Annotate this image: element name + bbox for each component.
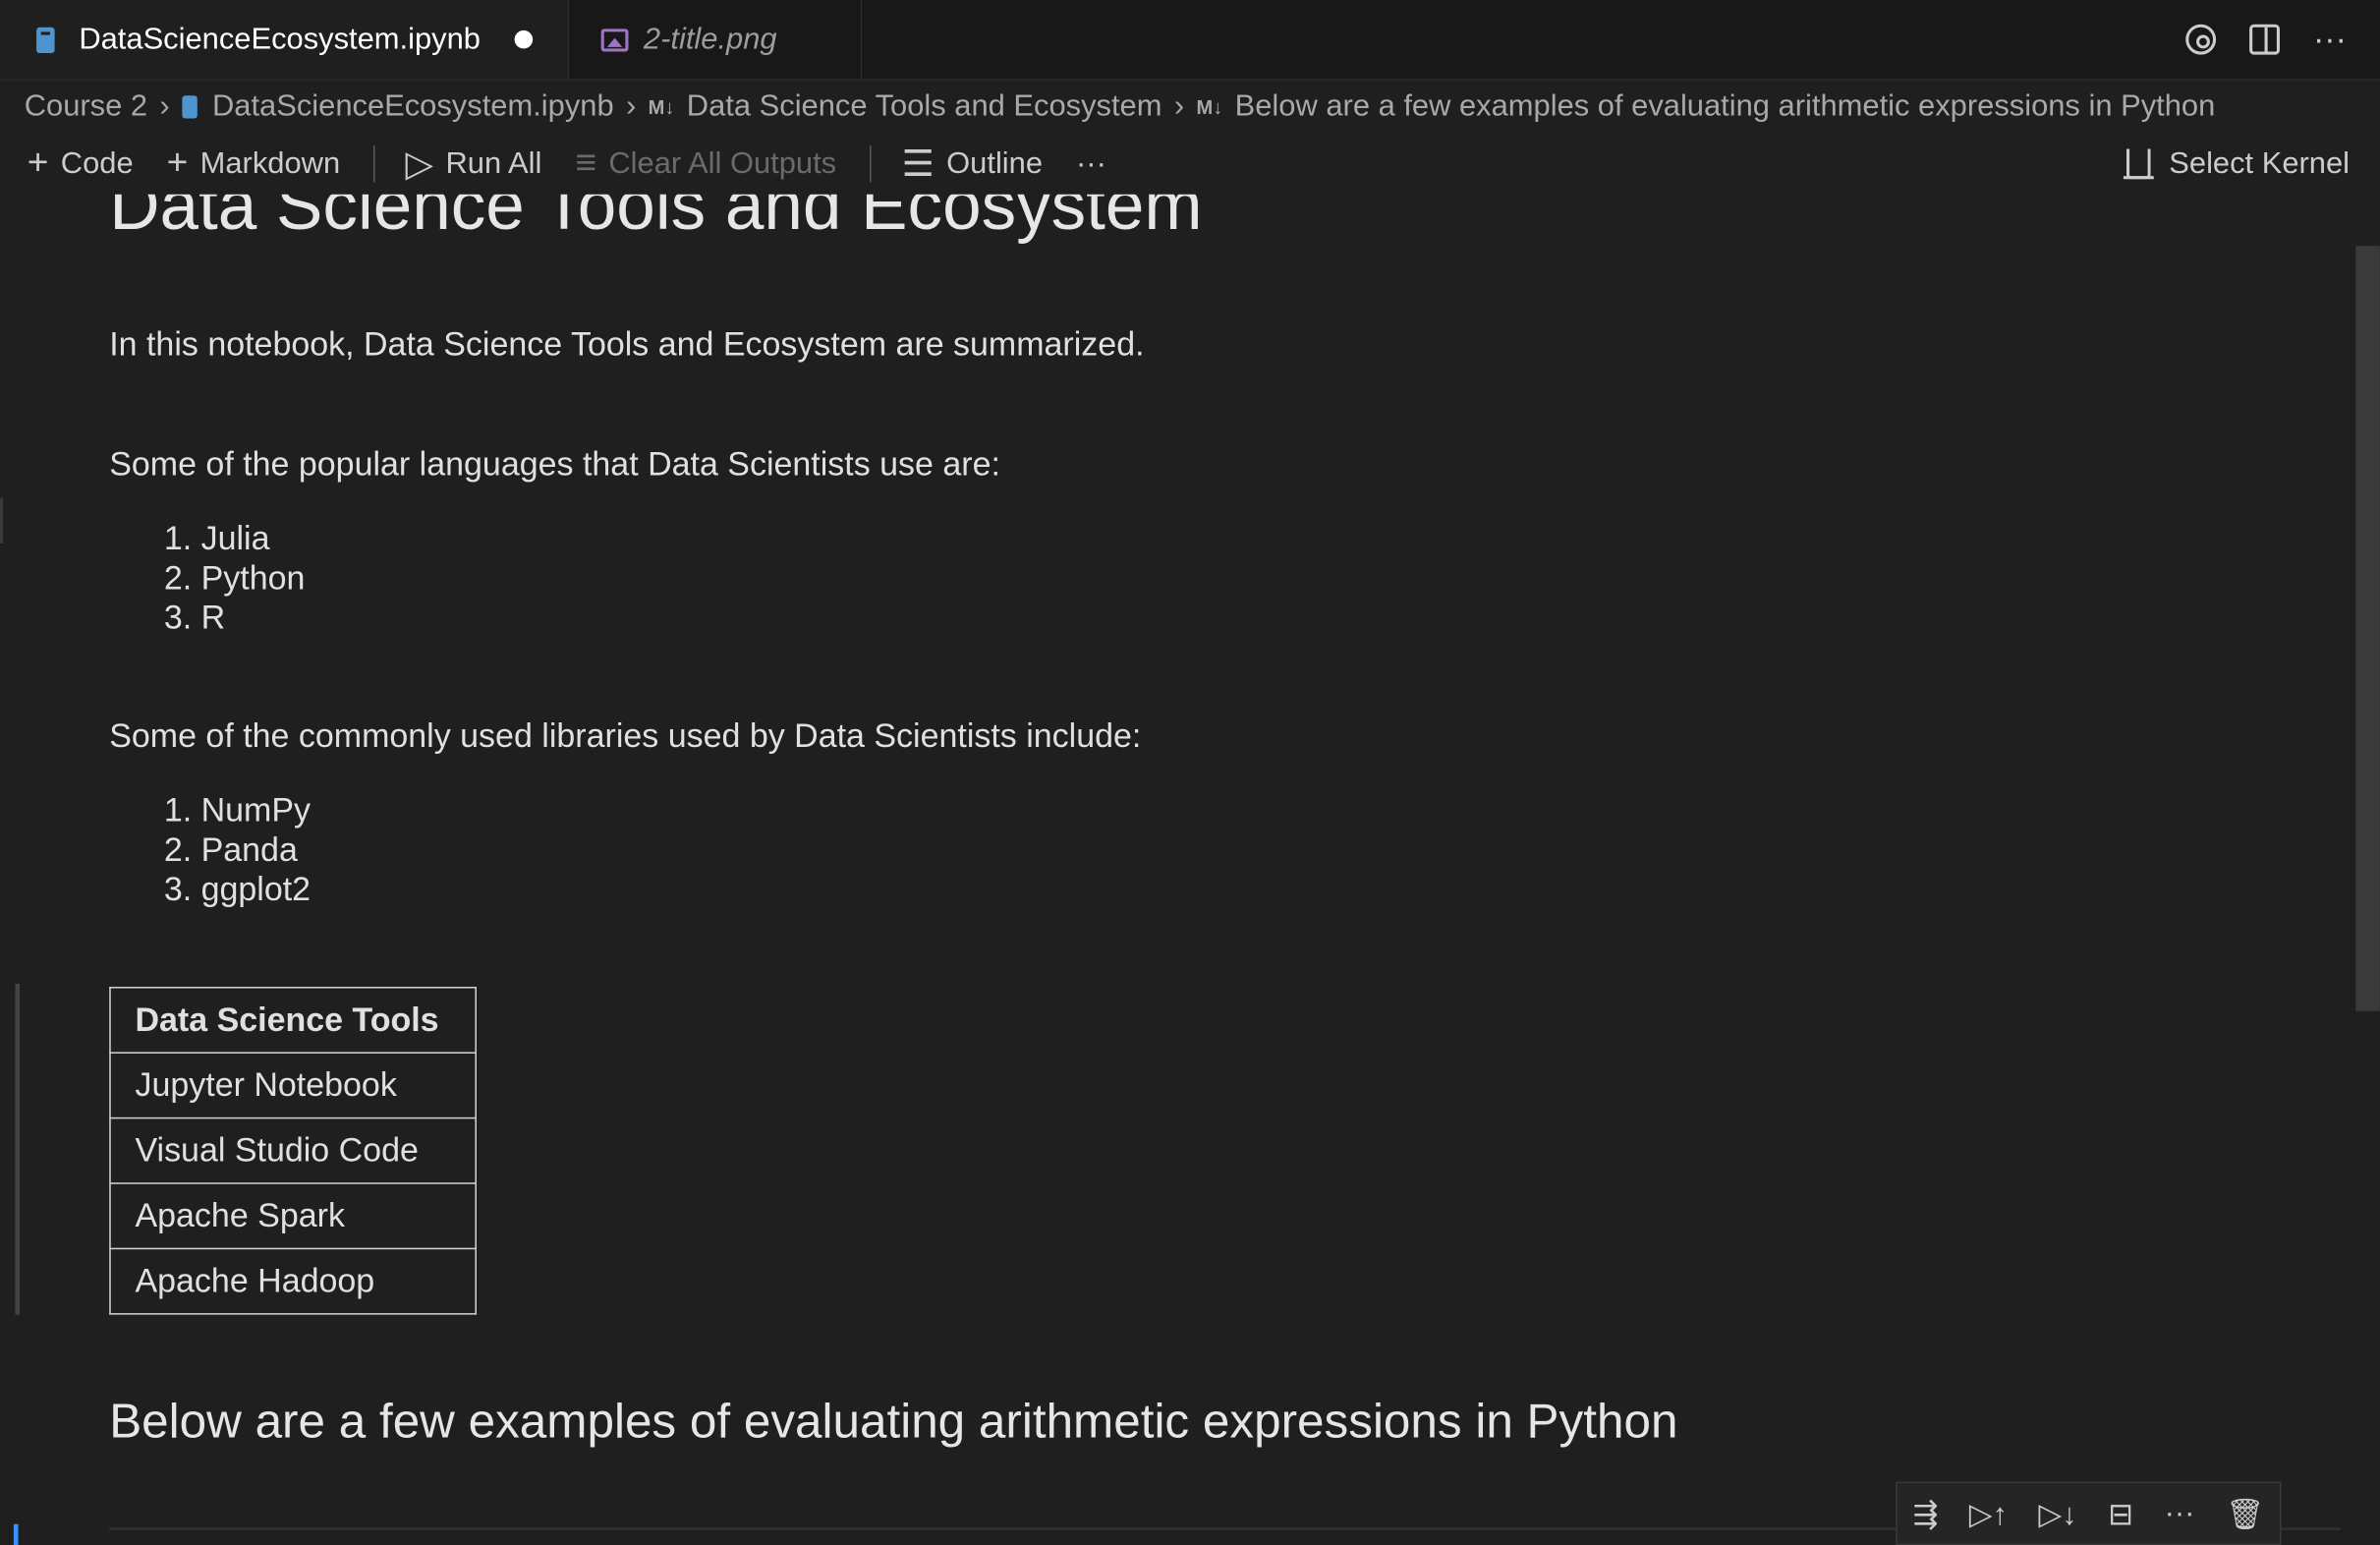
table-row: Apache Hadoop (109, 1247, 478, 1315)
arithmetic-heading: Below are a few examples of evaluating a… (109, 1393, 1678, 1449)
more-toolbar-button[interactable]: ··· (1076, 146, 1106, 182)
list-item: 3. ggplot2 (163, 870, 312, 908)
editor-actions: ··· (2185, 0, 2347, 79)
list-item: 1. Julia (163, 519, 270, 557)
notebook-toolbar: + Code + Markdown ▷ Run All ≡ Clear All … (0, 134, 2380, 195)
run-below-icon[interactable]: ▷↓ (2039, 1495, 2077, 1533)
more-label: ··· (1076, 146, 1106, 181)
clear-outputs-label: Clear All Outputs (608, 146, 837, 181)
image-icon (600, 28, 629, 51)
list-item: 2. Python (163, 558, 306, 598)
trash-icon[interactable]: 🗑 (2226, 1495, 2264, 1533)
breadcrumb-heading1[interactable]: Data Science Tools and Ecosystem (687, 88, 1162, 124)
add-code-cell-button[interactable]: + Code (28, 143, 134, 185)
tab-label: 2-title.png (643, 22, 777, 56)
clear-all-outputs-button[interactable]: ≡ Clear All Outputs (575, 143, 836, 185)
gear-icon[interactable] (2185, 24, 2217, 55)
outline-label: Outline (946, 146, 1044, 181)
breadcrumb-folder[interactable]: Course 2 (25, 88, 147, 124)
notebook-title: Data Science Tools and Ecosystem (109, 194, 1203, 245)
notebook-icon (182, 94, 198, 118)
markdown-icon: M↓ (648, 94, 675, 118)
vertical-scrollbar[interactable] (2355, 246, 2380, 1011)
cell-edge (0, 497, 4, 544)
libraries-list: 1. NumPy 2. Panda 3. ggplot2 (164, 791, 311, 909)
notebook-icon (36, 27, 55, 53)
list-icon: ☰ (901, 143, 935, 185)
notebook-content[interactable]: Data Science Tools and Ecosystem In this… (0, 195, 2380, 1545)
chevron-right-icon: › (159, 88, 170, 123)
plus-icon: + (166, 143, 189, 184)
add-code-label: Code (60, 146, 134, 181)
table-row: Visual Studio Code (109, 1116, 478, 1184)
editor-tab-bar: DataScienceEcosystem.ipynb 2-title.png ·… (0, 0, 2380, 81)
list-item: 3. R (163, 598, 226, 637)
cell-run-indicator (13, 1523, 19, 1545)
table-cell: Jupyter Notebook (109, 1052, 478, 1119)
list-item: 1. NumPy (163, 790, 312, 830)
table-cell: Apache Hadoop (109, 1247, 478, 1315)
add-markdown-cell-button[interactable]: + Markdown (167, 143, 341, 185)
split-cell-icon[interactable]: ⊟ (2108, 1495, 2133, 1533)
kernel-icon (2123, 148, 2154, 180)
libraries-intro: Some of the commonly used libraries used… (109, 716, 1142, 755)
list-item: 2. Panda (163, 830, 298, 869)
run-all-label: Run All (445, 146, 542, 181)
cell-toolbar: ⇶ ▷↑ ▷↓ ⊟ ··· 🗑 (1896, 1481, 2282, 1545)
table-header: Data Science Tools (109, 986, 478, 1054)
clear-outputs-icon: ≡ (575, 143, 596, 184)
breadcrumb-heading2[interactable]: Below are a few examples of evaluating a… (1235, 88, 2216, 124)
table-row: Jupyter Notebook (109, 1052, 478, 1119)
languages-intro: Some of the popular languages that Data … (109, 444, 1000, 484)
more-cell-actions-icon[interactable]: ··· (2165, 1496, 2195, 1531)
tools-table: Data Science Tools Jupyter Notebook Visu… (109, 986, 478, 1315)
table-row: Apache Spark (109, 1182, 478, 1250)
tab-datascienceecosystem[interactable]: DataScienceEcosystem.ipynb (0, 0, 570, 80)
play-icon: ▷ (405, 143, 434, 185)
intro-text: In this notebook, Data Science Tools and… (109, 324, 1145, 364)
toolbar-divider (373, 145, 375, 183)
cell-focus-bar (15, 983, 21, 1315)
tab-label: DataScienceEcosystem.ipynb (79, 22, 481, 56)
markdown-icon: M↓ (1196, 94, 1223, 118)
toolbar-divider (870, 145, 872, 183)
table-cell: Apache Spark (109, 1182, 478, 1250)
select-kernel-button[interactable]: Select Kernel (2123, 134, 2351, 195)
chevron-right-icon: › (626, 88, 637, 123)
run-above-icon[interactable]: ▷↑ (1969, 1495, 2008, 1533)
run-all-button[interactable]: ▷ Run All (406, 142, 542, 186)
tab-2-title-png[interactable]: 2-title.png (571, 0, 863, 80)
more-actions-icon[interactable]: ··· (2313, 20, 2347, 59)
add-markdown-label: Markdown (199, 146, 341, 181)
breadcrumb: Course 2 › DataScienceEcosystem.ipynb › … (25, 85, 2216, 127)
table-cell: Visual Studio Code (109, 1116, 478, 1184)
breadcrumb-file[interactable]: DataScienceEcosystem.ipynb (212, 88, 614, 124)
outline-button[interactable]: ☰ Outline (902, 142, 1043, 186)
chevron-right-icon: › (1173, 88, 1185, 123)
select-kernel-label: Select Kernel (2169, 146, 2351, 181)
languages-list: 1. Julia 2. Python 3. R (164, 519, 306, 637)
split-editor-icon[interactable] (2249, 24, 2281, 55)
unsaved-dot-icon[interactable] (513, 29, 533, 49)
execute-above-icon[interactable]: ⇶ (1912, 1495, 1938, 1533)
plus-icon: + (27, 143, 49, 184)
